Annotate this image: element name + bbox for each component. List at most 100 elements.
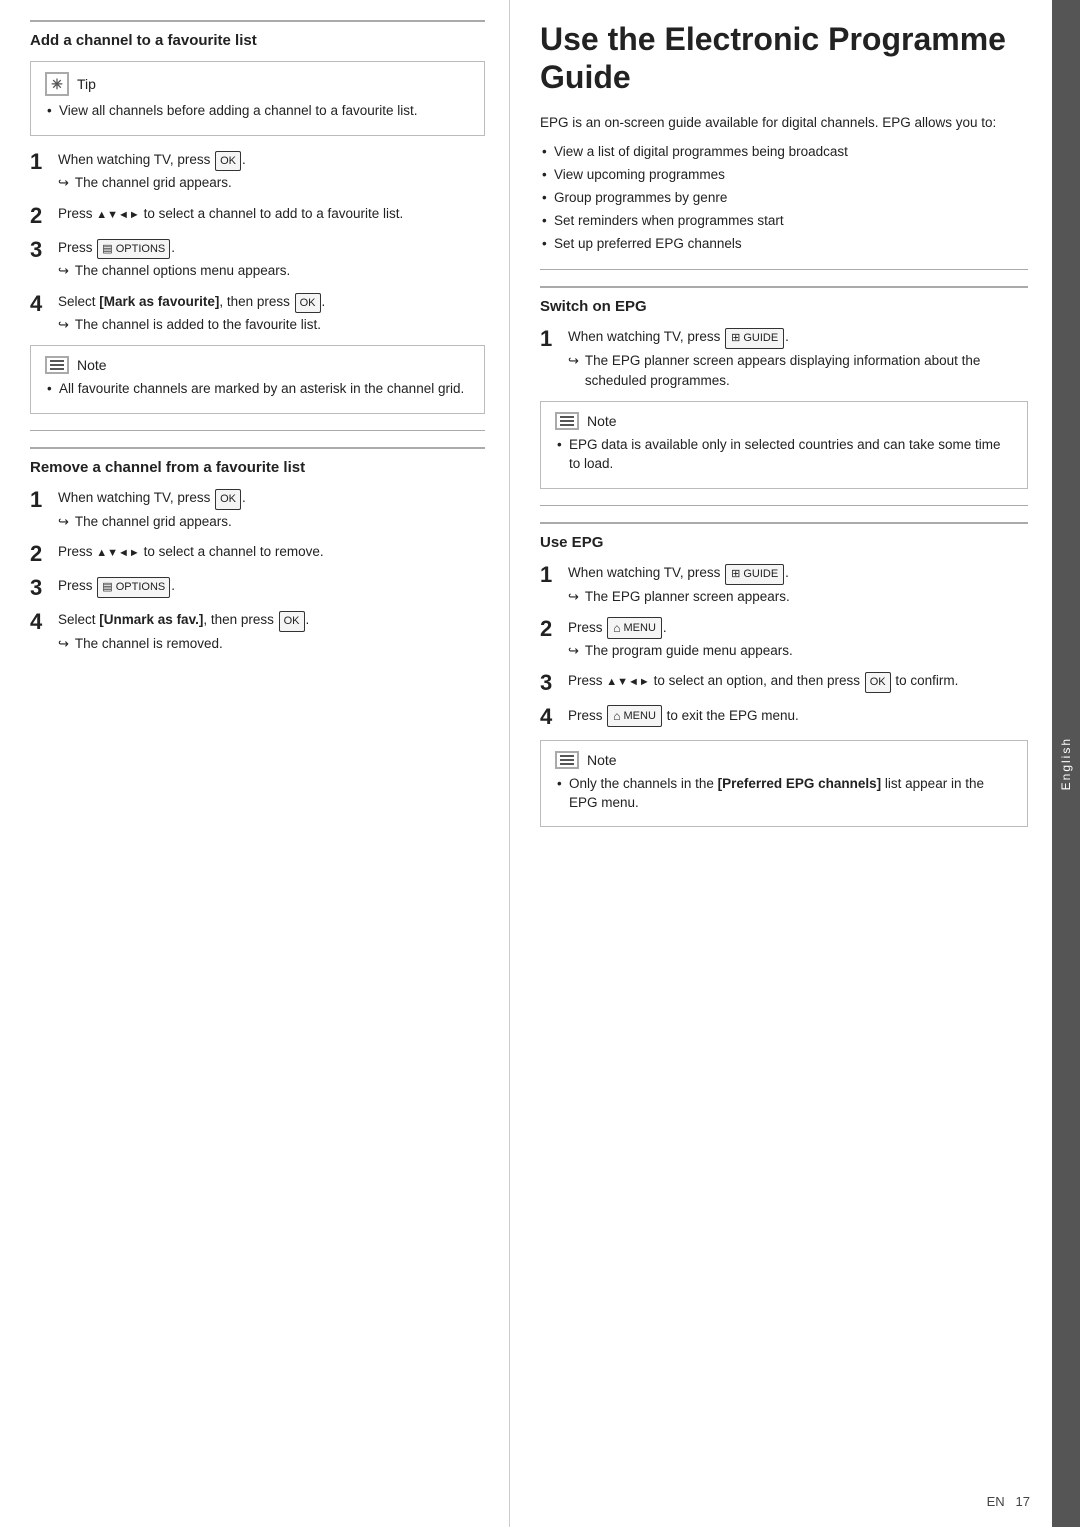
section-add-favourite: Add a channel to a favourite list ✳ Tip … [30,20,485,414]
menu-key-u2: ⌂ MENU [607,617,662,639]
use-step-2: 2 Press ⌂ MENU. ↪ The program guide menu… [540,617,1028,661]
arrow-icon-u1: ↪ [568,587,579,607]
tip-box: ✳ Tip View all channels before adding a … [30,61,485,136]
note-bullets-1: All favourite channels are marked by an … [45,380,470,399]
add-step-1: 1 When watching TV, press OK. ↪ The chan… [30,150,485,194]
section-switch-epg: Switch on EPG 1 When watching TV, press … [540,286,1028,489]
remove-step-4: 4 Select [Unmark as fav.], then press OK… [30,610,485,654]
divider-2 [540,269,1028,270]
note-line-4 [560,416,574,418]
page: Add a channel to a favourite list ✳ Tip … [0,0,1080,1527]
use-step-4-text: Press ⌂ MENU to exit the EPG menu. [568,708,799,723]
remove-step-4-num: 4 [30,610,58,634]
right-column: Use the Electronic Programme Guide EPG i… [510,0,1052,1527]
remove-step-2-content: Press ▲▼◄► to select a channel to remove… [58,542,485,562]
divider-3 [540,505,1028,506]
guide-key-u1: ⊞ GUIDE [725,564,784,585]
use-step-3: 3 Press ▲▼◄► to select an option, and th… [540,671,1028,695]
footer-page: 17 [1016,1494,1030,1509]
section-remove-favourite: Remove a channel from a favourite list 1… [30,447,485,654]
ok-key-r1: OK [215,489,241,510]
section-use-epg: Use EPG 1 When watching TV, press ⊞ GUID… [540,522,1028,827]
dpad-icon-u3: ▲▼◄► [606,676,650,688]
add-step-2-num: 2 [30,204,58,228]
use-step-3-text: Press ▲▼◄► to select an option, and then… [568,673,958,688]
remove-step-1-text: When watching TV, press OK. [58,490,246,505]
note-line-9 [560,763,574,765]
switch-epg-title: Switch on EPG [540,286,1028,315]
section-add-title: Add a channel to a favourite list [30,20,485,49]
language-sidebar: English [1052,0,1080,1527]
language-label: English [1059,737,1073,790]
add-step-2-text: Press ▲▼◄► to select a channel to add to… [58,206,403,221]
add-step-3-result: ↪ The channel options menu appears. [58,261,485,281]
add-step-3: 3 Press ▤ OPTIONS. ↪ The channel options… [30,238,485,282]
switch-step-1-num: 1 [540,327,568,351]
house-icon-u2: ⌂ [613,619,620,637]
remove-step-2-num: 2 [30,542,58,566]
remove-step-3-content: Press ▤ OPTIONS. [58,576,485,598]
epg-feature-3: Group programmes by genre [540,189,1028,208]
use-step-3-content: Press ▲▼◄► to select an option, and then… [568,671,1028,693]
guide-key-s1: ⊞ GUIDE [725,328,784,349]
use-step-2-text: Press ⌂ MENU. [568,620,667,635]
note-bullet-1: All favourite channels are marked by an … [45,380,470,399]
add-step-4-content: Select [Mark as favourite], then press O… [58,292,485,336]
add-step-1-text: When watching TV, press OK. [58,152,246,167]
use-step-1-content: When watching TV, press ⊞ GUIDE. ↪ The E… [568,563,1028,607]
note-label-1: Note [77,357,107,373]
add-step-4-text: Select [Mark as favourite], then press O… [58,294,325,309]
divider-1 [30,430,485,431]
switch-note-bullets: EPG data is available only in selected c… [555,436,1013,474]
use-step-1: 1 When watching TV, press ⊞ GUIDE. ↪ The… [540,563,1028,607]
pref-epg-label: [Preferred EPG channels] [718,776,882,791]
tip-header: ✳ Tip [45,72,470,96]
note-header-1: Note [45,356,470,374]
note-header-2: Note [555,412,1013,430]
use-step-2-num: 2 [540,617,568,641]
use-note-box: Note Only the channels in the [Preferred… [540,740,1028,828]
note-line-6 [560,424,574,426]
epg-feature-4: Set reminders when programmes start [540,212,1028,231]
left-column: Add a channel to a favourite list ✳ Tip … [0,0,510,1527]
note-lines-2 [560,416,574,426]
switch-step-1-result: ↪ The EPG planner screen appears display… [568,351,1028,392]
use-note-bullet-1: Only the channels in the [Preferred EPG … [555,775,1013,813]
switch-step-1: 1 When watching TV, press ⊞ GUIDE. ↪ The… [540,327,1028,391]
epg-feature-2: View upcoming programmes [540,166,1028,185]
use-step-3-num: 3 [540,671,568,695]
note-line-2 [50,364,64,366]
mark-fav-label: [Mark as favourite] [99,294,219,309]
arrow-icon-r4: ↪ [58,634,69,654]
epg-main-title: Use the Electronic Programme Guide [540,20,1028,97]
dpad-icon-r2: ▲▼◄► [96,547,140,559]
arrow-icon-4: ↪ [58,315,69,335]
add-step-1-result: ↪ The channel grid appears. [58,173,485,193]
use-epg-title: Use EPG [540,522,1028,551]
tip-bullets: View all channels before adding a channe… [45,102,470,121]
note-line-5 [560,420,574,422]
add-step-1-content: When watching TV, press OK. ↪ The channe… [58,150,485,194]
note-line-1 [50,360,64,362]
use-step-4: 4 Press ⌂ MENU to exit the EPG menu. [540,705,1028,729]
arrow-icon-3: ↪ [58,261,69,281]
house-icon-u4: ⌂ [613,707,620,725]
remove-step-4-result: ↪ The channel is removed. [58,634,485,654]
dpad-icon: ▲▼◄► [96,209,140,221]
ok-key-u3: OK [865,672,891,693]
add-step-2-content: Press ▲▼◄► to select a channel to add to… [58,204,485,224]
remove-step-3-text: Press ▤ OPTIONS. [58,578,175,593]
arrow-icon-1: ↪ [58,173,69,193]
add-step-3-content: Press ▤ OPTIONS. ↪ The channel options m… [58,238,485,282]
epg-feature-1: View a list of digital programmes being … [540,143,1028,162]
ok-key-4: OK [295,293,321,314]
remove-step-4-text: Select [Unmark as fav.], then press OK. [58,612,309,627]
add-step-4: 4 Select [Mark as favourite], then press… [30,292,485,336]
remove-step-3: 3 Press ▤ OPTIONS. [30,576,485,600]
grid-icon-u1: ⊞ [731,566,740,583]
add-step-2: 2 Press ▲▼◄► to select a channel to add … [30,204,485,228]
use-step-2-result: ↪ The program guide menu appears. [568,641,1028,661]
switch-step-1-text: When watching TV, press ⊞ GUIDE. [568,329,789,344]
footer-lang: EN [987,1494,1005,1509]
arrow-icon-s1: ↪ [568,351,579,371]
